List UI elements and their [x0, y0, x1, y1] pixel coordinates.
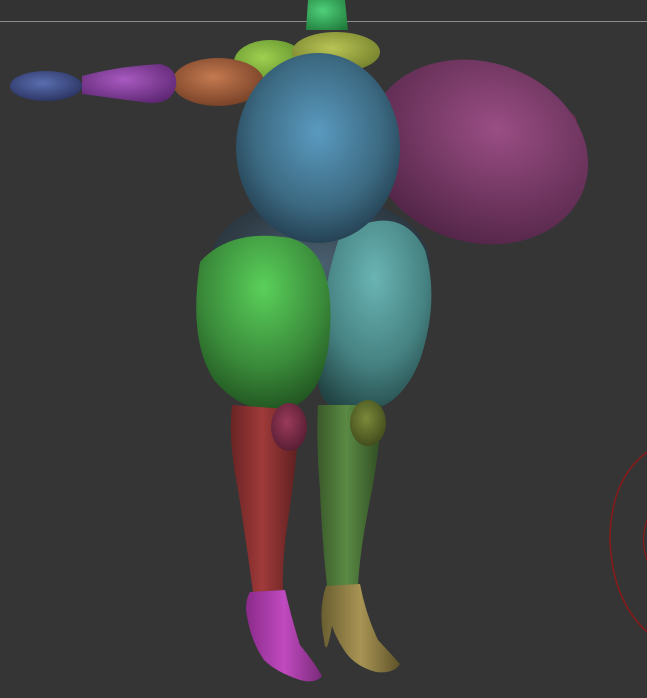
left-knee-part[interactable]: [271, 403, 307, 451]
torso-part[interactable]: [236, 53, 400, 243]
left-foot-part[interactable]: [246, 590, 322, 682]
neck-part[interactable]: [306, 0, 348, 30]
right-foot-part[interactable]: [321, 584, 400, 673]
left-thigh-part[interactable]: [196, 235, 331, 411]
3d-viewport[interactable]: [0, 0, 647, 698]
rotation-gizmo-inner-arc[interactable]: [642, 519, 647, 561]
character-model[interactable]: [0, 0, 647, 698]
left-hand-part[interactable]: [10, 71, 82, 101]
left-forearm-part[interactable]: [82, 64, 177, 104]
right-knee-part[interactable]: [350, 400, 386, 446]
rotation-gizmo-arc[interactable]: [609, 451, 647, 633]
